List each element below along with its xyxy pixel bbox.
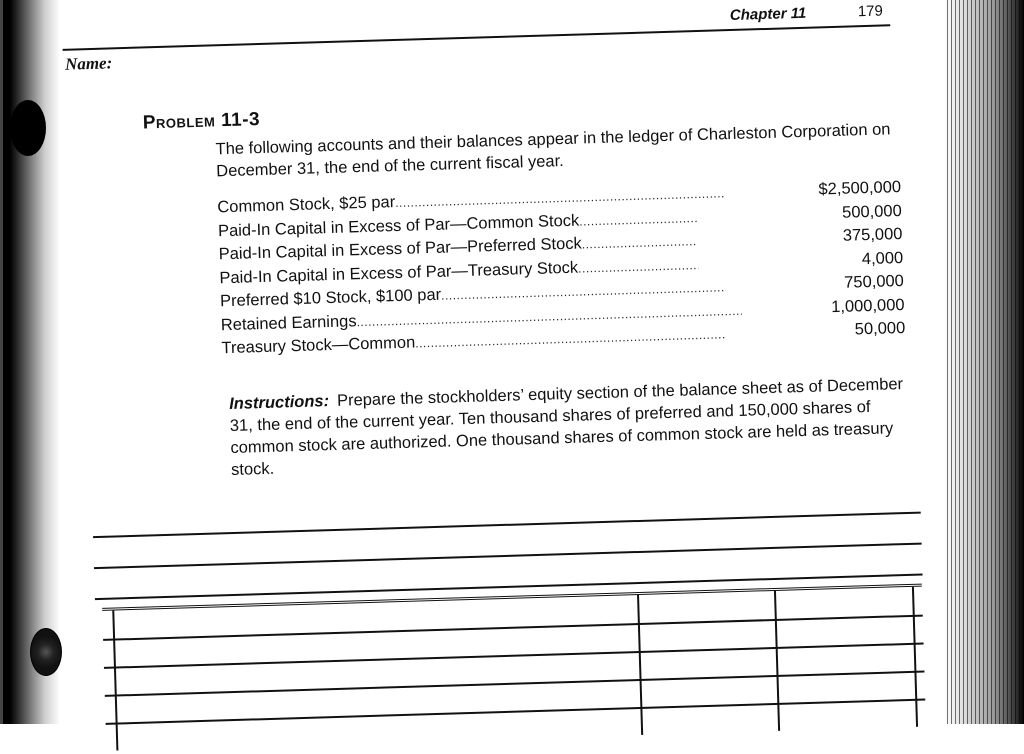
table-row-line[interactable]: [103, 642, 924, 669]
chapter-label: Chapter 11: [729, 4, 807, 25]
problem-title: Problem 11-3: [143, 109, 261, 134]
leader-dots: ........................................…: [395, 186, 726, 211]
account-amount: 500,000: [841, 201, 903, 222]
account-amount: 4,000: [861, 248, 904, 268]
worksheet-page: Name: Chapter 11 179 Problem 11-3 The fo…: [0, 0, 1024, 751]
account-amount: 50,000: [854, 318, 906, 339]
leader-dots: ........................................…: [581, 234, 697, 252]
table-row-line[interactable]: [103, 614, 923, 641]
problem-number: 11-3: [220, 109, 261, 132]
problem-title-word: Problem: [142, 110, 216, 134]
leader-dots: ........................................…: [579, 210, 700, 229]
answer-table: [102, 583, 927, 751]
instructions-text: Prepare the stockholders’ equity section…: [229, 375, 904, 480]
account-amount: $2,500,000: [818, 178, 902, 199]
problem-intro: The following accounts and their balance…: [215, 120, 891, 181]
account-name: Retained Earnings: [220, 311, 357, 334]
header-rule: [62, 24, 891, 51]
table-column-divider: [112, 610, 119, 751]
name-label: Name:: [64, 53, 113, 74]
table-row-line[interactable]: [105, 698, 926, 725]
answer-line[interactable]: [93, 511, 921, 539]
leader-dots: ........................................…: [577, 257, 699, 276]
instructions-label: Instructions:: [228, 392, 330, 414]
table-column-divider: [773, 590, 781, 731]
table-column-divider: [911, 586, 919, 727]
account-list: Common Stock, $25 par ..................…: [217, 178, 912, 363]
leader-dots: ........................................…: [440, 280, 727, 303]
account-amount: 1,000,000: [830, 295, 905, 316]
account-name: Common Stock, $25 par: [217, 193, 396, 217]
account-amount: 375,000: [842, 225, 903, 245]
answer-line[interactable]: [93, 542, 922, 570]
account-amount: 750,000: [843, 271, 905, 292]
table-row-line[interactable]: [104, 670, 925, 697]
table-column-divider: [637, 594, 644, 735]
page-number: 179: [857, 2, 884, 21]
instructions: Instructions: Prepare the stockholders’ e…: [229, 373, 921, 481]
